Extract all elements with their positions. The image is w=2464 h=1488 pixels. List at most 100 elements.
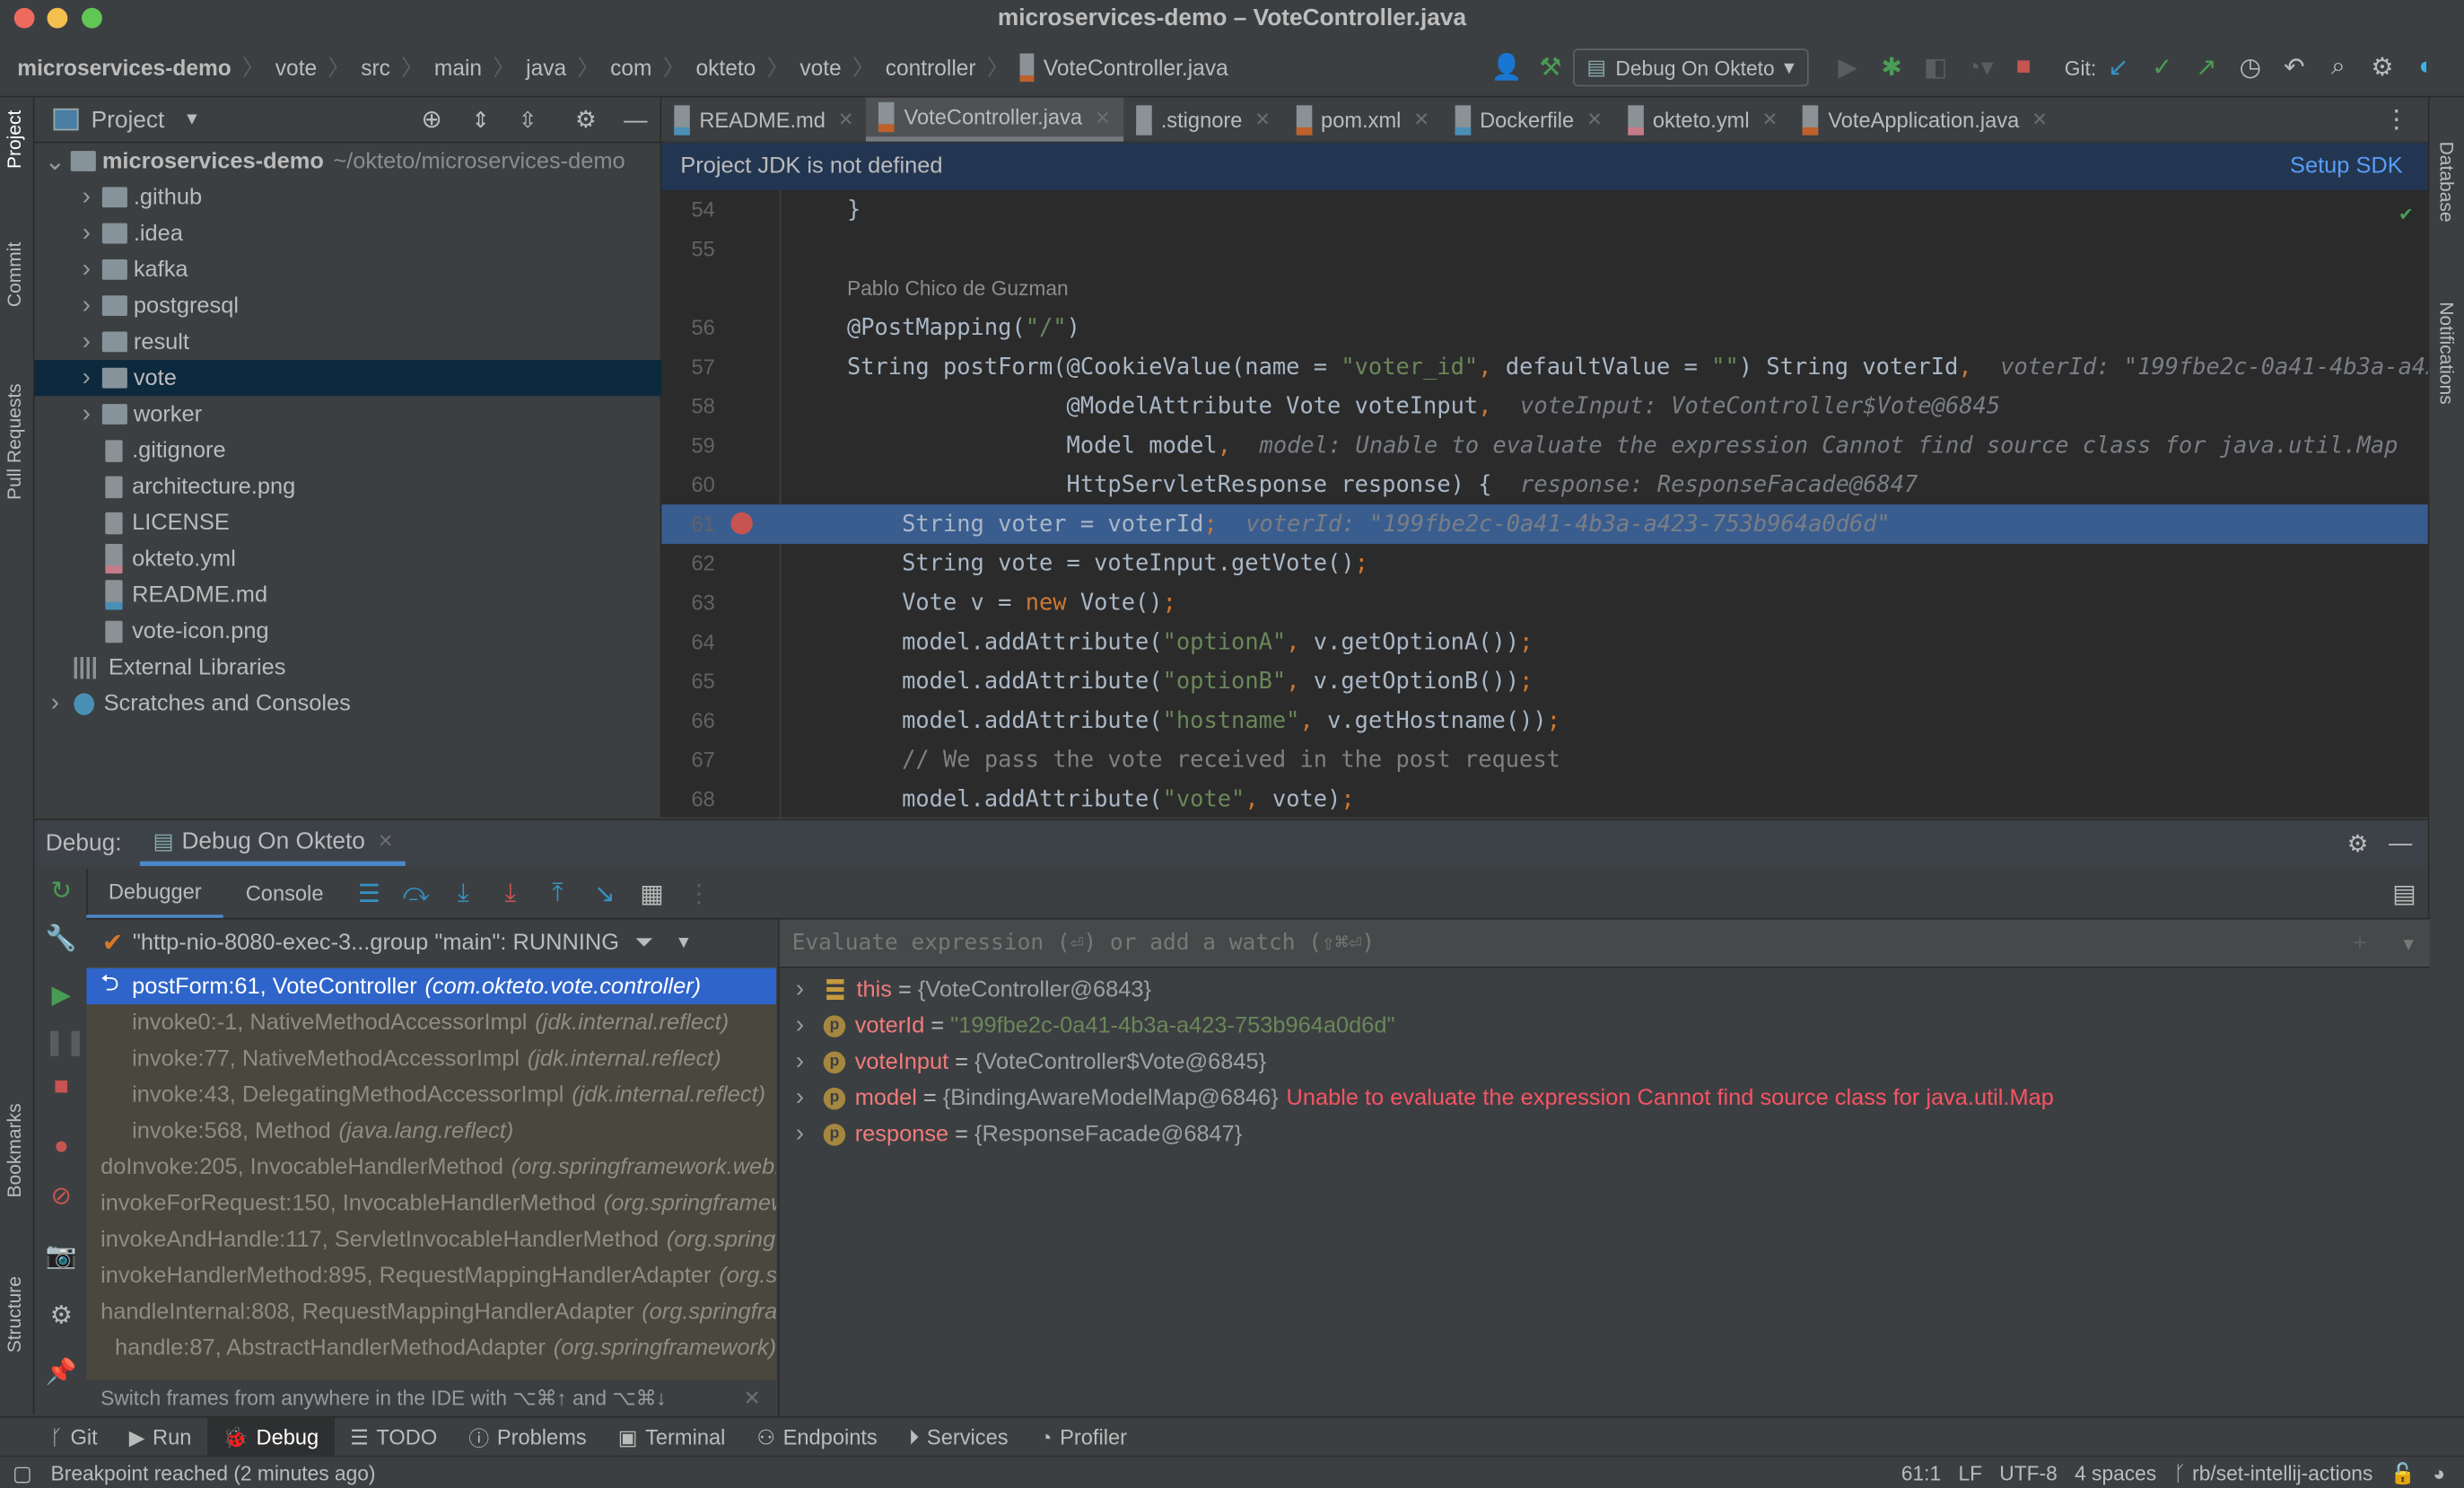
stack-frame[interactable]: invoke0:-1, NativeMethodAccessorImpl (jdk… <box>86 1004 776 1040</box>
trace-stream-icon[interactable]: ⋮ <box>676 878 723 909</box>
line-number[interactable]: 60 <box>661 473 715 496</box>
line-number[interactable]: 54 <box>661 198 715 222</box>
step-out-icon[interactable]: ⤒ <box>534 880 581 908</box>
tab-dockerfile[interactable]: Dockerfile ✕ <box>1442 98 1615 142</box>
line-number[interactable]: 56 <box>661 316 715 339</box>
toggle-panels-icon[interactable]: ▢ <box>13 1461 32 1486</box>
stop-icon[interactable]: ■ <box>2006 54 2041 83</box>
tool-tab-todo[interactable]: ☰ TODO <box>335 1418 453 1457</box>
variable-row[interactable]: › this = {VoteController@6843} <box>780 971 2414 1007</box>
tab-console[interactable]: Console <box>223 869 345 917</box>
line-number[interactable]: 67 <box>661 748 715 772</box>
tab-readme-md[interactable]: README.md ✕ <box>661 98 866 142</box>
chevron-right-icon[interactable]: › <box>44 689 66 718</box>
chevron-right-icon[interactable]: › <box>789 976 811 1004</box>
chevron-right-icon[interactable]: › <box>75 256 98 284</box>
tool-tab-problems[interactable]: ⓘ Problems <box>453 1418 602 1457</box>
hide-panel-icon[interactable]: — <box>2389 830 2412 857</box>
close-icon[interactable]: ✕ <box>744 1387 761 1412</box>
inspector-icon[interactable]: ◕ <box>2433 1462 2445 1485</box>
thread-select[interactable]: ✔ "http-nio-8080-exec-3...group "main": … <box>86 919 777 967</box>
tool-window-bookmarks[interactable]: Bookmarks <box>4 1103 26 1197</box>
line-number[interactable]: 65 <box>661 670 715 693</box>
tree-item[interactable]: › .idea <box>35 215 702 251</box>
chevron-down-icon[interactable]: ▼ <box>675 933 692 952</box>
chevron-right-icon[interactable]: › <box>789 1120 811 1149</box>
plugin-logo-icon[interactable]: ◐ <box>2409 54 2444 83</box>
tree-item[interactable]: ⌄ microservices-demo ~/okteto/microservice… <box>35 143 670 179</box>
git-commit-icon[interactable]: ✓ <box>2145 52 2180 83</box>
tree-item[interactable]: › postgresql <box>35 287 702 323</box>
coverage-icon[interactable]: ◧ <box>1918 52 1953 83</box>
tree-item[interactable]: › result <box>35 324 702 360</box>
chevron-right-icon[interactable]: › <box>789 1011 811 1040</box>
stack-frame[interactable]: doInvoke:205, InvocableHandlerMethod (org… <box>86 1149 776 1185</box>
line-number[interactable]: 64 <box>661 630 715 653</box>
camera-icon[interactable]: 📷 <box>44 1240 79 1272</box>
breadcrumb-item[interactable]: main <box>434 55 482 80</box>
evaluate-expression-icon[interactable]: ▦ <box>628 878 676 909</box>
tree-item[interactable]: .gitignore <box>35 433 702 468</box>
user-icon[interactable]: 👤 <box>1490 52 1525 83</box>
evaluate-expression-input[interactable]: Evaluate expression (⏎) or add a watch (… <box>779 919 2430 968</box>
variable-row[interactable]: › p model = {BindingAwareModelMap@6846} Unabl… <box>780 1080 2414 1116</box>
tool-window-notifications[interactable]: Notifications <box>2435 302 2458 404</box>
breadcrumb-item[interactable]: controller <box>886 55 976 80</box>
tool-tab-profiler[interactable]: ◔ Profiler <box>1024 1418 1142 1457</box>
breadcrumb-item[interactable]: VoteController.java <box>1044 55 1228 80</box>
tab-voteapplication-java[interactable]: VoteApplication.java ✕ <box>1790 98 2060 142</box>
stack-frame[interactable]: invoke:77, NativeMethodAccessorImpl (jdk.… <box>86 1040 776 1076</box>
tool-tab-git[interactable]: ᚴ Git <box>35 1418 114 1457</box>
project-view-select[interactable]: Project <box>92 106 165 133</box>
tool-window-commit[interactable]: Commit <box>4 242 26 307</box>
chevron-right-icon[interactable]: › <box>789 1084 811 1113</box>
tree-item[interactable]: › worker <box>35 396 702 432</box>
indent-setting[interactable]: 4 spaces <box>2075 1462 2156 1485</box>
tool-window-structure[interactable]: Structure <box>4 1276 26 1352</box>
chevron-right-icon[interactable]: › <box>75 328 98 356</box>
resume-icon[interactable]: ▶ <box>44 979 79 1011</box>
tree-item[interactable]: vote-icon.png <box>35 613 702 649</box>
close-icon[interactable]: ✕ <box>838 109 854 131</box>
view-breakpoints-icon[interactable]: ● <box>44 1134 79 1162</box>
lock-icon[interactable]: 🔓 <box>2390 1461 2416 1486</box>
history-icon[interactable]: ◷ <box>2233 52 2268 83</box>
gear-icon[interactable]: ⚙ <box>2347 829 2369 858</box>
close-icon[interactable]: ✕ <box>1586 109 1603 131</box>
stack-frame[interactable]: invoke:568, Method (java.lang.reflect) <box>86 1113 776 1149</box>
tree-item[interactable]: › vote <box>34 360 702 397</box>
breadcrumb-item[interactable]: okteto <box>696 55 756 80</box>
stack-frame[interactable]: ⮌ postForm:61, VoteController (com.okteto.… <box>86 967 777 1005</box>
stop-icon[interactable]: ■ <box>44 1073 79 1102</box>
search-icon[interactable]: ⌕ <box>2321 54 2356 83</box>
setup-sdk-link[interactable]: Setup SDK <box>2290 154 2403 179</box>
stack-frame[interactable]: invokeHandlerMethod:895, RequestMappingH… <box>86 1257 776 1293</box>
breadcrumb-item[interactable]: src <box>361 55 390 80</box>
breadcrumb-item[interactable]: java <box>526 55 566 80</box>
pause-icon[interactable]: ❚❚ <box>44 1027 86 1058</box>
close-icon[interactable]: ✕ <box>378 830 394 853</box>
line-number[interactable]: 55 <box>661 237 715 260</box>
stack-frame[interactable]: invokeForRequest:150, InvocableHandlerMe… <box>86 1185 776 1221</box>
close-icon[interactable]: ✕ <box>2031 109 2048 131</box>
mute-breakpoints-icon[interactable]: ⊘ <box>44 1180 79 1212</box>
tool-window-database[interactable]: Database <box>2435 142 2458 223</box>
variable-row[interactable]: › p voteInput = {VoteController$Vote@6845} <box>780 1044 2414 1080</box>
build-hammer-icon[interactable]: ⚒ <box>1533 52 1568 83</box>
chevron-down-icon[interactable]: ▼ <box>183 110 200 129</box>
close-icon[interactable]: ✕ <box>1413 109 1429 131</box>
show-execution-point-icon[interactable]: ☰ <box>345 878 393 909</box>
chevron-right-icon[interactable]: › <box>75 363 98 392</box>
tab-okteto-yml[interactable]: okteto.yml ✕ <box>1615 98 1790 142</box>
tree-item[interactable]: LICENSE <box>35 504 702 540</box>
tree-item[interactable]: › kafka <box>35 251 702 287</box>
tree-item[interactable]: › .github <box>35 179 702 215</box>
stack-frame[interactable]: handleInternal:808, RequestMappingHandle… <box>86 1293 776 1329</box>
caret-position[interactable]: 61:1 <box>1901 1462 1941 1485</box>
breadcrumb-item[interactable]: vote <box>799 55 841 80</box>
tool-tab-terminal[interactable]: ▣ Terminal <box>602 1418 741 1457</box>
tab-votecontroller-java[interactable]: VoteController.java ✕ <box>866 97 1123 142</box>
profile-icon[interactable]: ◔▾ <box>1962 52 1997 83</box>
run-icon[interactable]: ▶ <box>1831 52 1865 83</box>
chevron-right-icon[interactable]: › <box>75 292 98 320</box>
